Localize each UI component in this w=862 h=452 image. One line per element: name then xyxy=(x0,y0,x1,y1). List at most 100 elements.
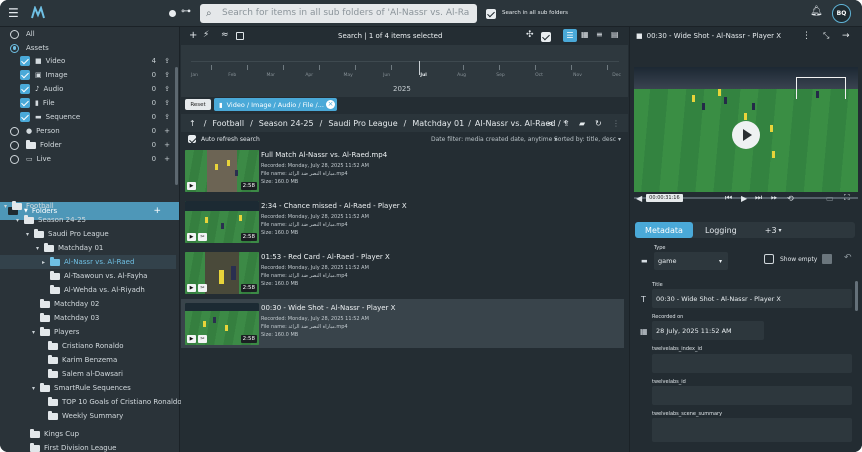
tree-item[interactable]: ▾ Season 24-25 xyxy=(16,213,86,227)
thumbnail[interactable]: ▶ 2:58 xyxy=(185,150,259,192)
item-title[interactable]: Full Match Al-Nassr vs. Al-Raed.mp4 xyxy=(261,151,387,159)
auto-refresh-checkbox[interactable] xyxy=(188,135,196,143)
notification-bell-icon[interactable]: 🔔︎ xyxy=(810,6,823,17)
tree-item[interactable]: Matchday 03 xyxy=(40,311,99,325)
item-title[interactable]: 00:30 - Wide Shot - Al-Nassr - Player X xyxy=(261,304,395,312)
tree-item[interactable]: Salem al-Dawsari xyxy=(48,367,123,381)
filter-live[interactable]: ▭ Live 0 + xyxy=(0,152,178,166)
compact-view-icon[interactable]: ≡ xyxy=(596,30,603,39)
person-radio[interactable] xyxy=(10,126,19,136)
add-icon[interactable]: + xyxy=(164,155,170,163)
tree-item-selected[interactable]: ▸ Al-Nassr vs. Al-Raed xyxy=(42,255,134,269)
search-input[interactable]: ⌕ Search for items in all sub folders of… xyxy=(200,4,477,23)
add-icon[interactable]: + xyxy=(164,127,170,135)
audio-checkbox[interactable] xyxy=(20,84,30,94)
tree-item[interactable]: ▾ Matchday 01 xyxy=(36,241,103,255)
upload-icon[interactable]: ⇪ xyxy=(164,85,170,93)
upload-icon[interactable]: ⇪ xyxy=(164,99,170,107)
share-icon[interactable]: ⋖ xyxy=(547,119,554,128)
tree-item[interactable]: Al-Taawoun vs. Al-Fayha xyxy=(50,269,147,283)
tab-logging[interactable]: Logging xyxy=(705,226,737,235)
twelvelabs-index-id-input[interactable] xyxy=(652,354,852,373)
more-vertical-icon[interactable]: ⋮ xyxy=(612,119,620,128)
tree-item[interactable]: Al-Wehda vs. Al-Riyadh xyxy=(50,283,145,297)
lightning-icon[interactable]: ⚡︎ xyxy=(203,30,209,40)
tree-item[interactable]: Karim Benzema xyxy=(48,353,117,367)
thumbnail[interactable]: ▶ ✂ 2:58 xyxy=(185,303,259,345)
tree-item[interactable]: ▾ Saudi Pro League xyxy=(26,227,109,241)
subtitles-icon[interactable]: ▭ xyxy=(826,194,834,203)
asset-type-audio[interactable]: ♪ Audio 0 ⇪ xyxy=(0,82,178,96)
crosshair-icon[interactable]: ✣ xyxy=(526,30,534,40)
filter-chip[interactable]: ▮ Video / Image / Audio / File /... × xyxy=(214,98,337,111)
film-view-icon[interactable]: ▤ xyxy=(611,30,619,39)
filter-assets[interactable]: Assets xyxy=(0,41,178,55)
arrow-up-icon[interactable]: ↑ xyxy=(189,119,196,128)
all-radio[interactable] xyxy=(10,29,19,39)
add-folder-icon[interactable]: + xyxy=(153,206,161,216)
more-vertical-icon[interactable]: ⋮ xyxy=(802,31,811,41)
step-forward-icon[interactable]: ⏭︎ xyxy=(755,193,762,203)
folder-radio[interactable] xyxy=(10,140,19,150)
sort-dropdown[interactable]: Sorted by: title, desc ▾ xyxy=(554,136,621,143)
breadcrumb-item[interactable]: Football xyxy=(212,119,244,128)
twelvelabs-id-input[interactable] xyxy=(652,386,852,405)
date-filter-dropdown[interactable]: Date filter: media created date, anytime… xyxy=(431,136,557,143)
arrow-right-icon[interactable]: → xyxy=(842,31,850,41)
add-icon[interactable]: + xyxy=(189,30,197,41)
breadcrumb-item[interactable]: Matchday 01 xyxy=(412,119,464,128)
hamburger-menu-icon[interactable]: ☰ xyxy=(8,6,19,20)
volume-icon[interactable]: ◀ xyxy=(636,194,642,203)
asset-type-sequence[interactable]: ▬ Sequence 0 ⇪ xyxy=(0,110,178,124)
undo-icon[interactable]: ↶ xyxy=(844,253,852,263)
recorded-input[interactable]: 28 July, 2025 11:52 AM xyxy=(652,321,764,340)
thumbnail[interactable]: ▶ ✂ 2:58 xyxy=(185,252,259,294)
skip-back-icon[interactable]: ⏮︎ xyxy=(725,193,732,203)
assets-radio[interactable] xyxy=(10,43,19,53)
tree-item[interactable]: Kings Cup xyxy=(30,427,79,441)
fast-forward-icon[interactable]: ⏩︎ xyxy=(771,193,777,203)
refresh-icon[interactable]: ↻ xyxy=(595,119,602,128)
filter-folder[interactable]: Folder 0 + xyxy=(0,138,178,152)
tree-item[interactable]: ▾ Football xyxy=(4,199,54,213)
play-icon[interactable]: ▶ xyxy=(741,194,747,203)
tree-item[interactable]: Cristiano Ronaldo xyxy=(48,339,124,353)
result-item[interactable]: ▶ ✂ 2:58 2:34 - Chance missed - Al-Raed -… xyxy=(181,197,624,246)
new-folder-icon[interactable]: ▰ xyxy=(579,119,585,128)
item-title[interactable]: 2:34 - Chance missed - Al-Raed - Player … xyxy=(261,202,407,210)
upload-icon[interactable]: ⇪ xyxy=(164,113,170,121)
collapse-icon[interactable]: ⤡ xyxy=(823,31,829,41)
upload-icon[interactable]: ⇪ xyxy=(164,57,170,65)
tree-item[interactable]: Weekly Summary xyxy=(48,409,123,423)
thumbnail[interactable]: ▶ ✂ 2:58 xyxy=(185,201,259,243)
title-input[interactable]: 00:30 - Wide Shot - Al-Nassr - Player X xyxy=(652,289,852,308)
type-select[interactable]: game ▾ xyxy=(654,252,728,270)
file-checkbox[interactable] xyxy=(20,98,30,108)
filter-all[interactable]: All xyxy=(0,27,178,41)
detail-scrollbar[interactable] xyxy=(855,281,858,311)
upload-icon[interactable]: ⇪ xyxy=(164,71,170,79)
video-player[interactable] xyxy=(634,67,858,192)
tab-metadata[interactable]: Metadata xyxy=(635,222,693,238)
user-avatar[interactable]: BQ xyxy=(832,4,851,23)
live-radio[interactable] xyxy=(10,154,19,164)
loop-icon[interactable]: ⟲ xyxy=(787,194,794,203)
grid-view-icon[interactable]: ▦ xyxy=(581,30,589,39)
tree-item[interactable]: TOP 10 Goals of Cristiano Ronaldo xyxy=(48,395,182,409)
app-logo[interactable] xyxy=(30,5,46,20)
tree-item[interactable]: Matchday 02 xyxy=(40,297,99,311)
reset-button[interactable]: Reset xyxy=(185,99,211,110)
image-checkbox[interactable] xyxy=(20,70,30,80)
close-icon[interactable]: × xyxy=(326,100,335,109)
tab-more[interactable]: +3 xyxy=(765,226,777,235)
item-title[interactable]: 01:53 - Red Card - Al-Raed - Player X xyxy=(261,253,390,261)
result-item[interactable]: ▶ ✂ 2:58 01:53 - Red Card - Al-Raed - Pla… xyxy=(181,248,624,297)
upload-icon[interactable]: ⇪ xyxy=(563,119,570,128)
result-item[interactable]: ▶ 2:58 Full Match Al-Nassr vs. Al-Raed.m… xyxy=(181,146,624,195)
twelvelabs-scene-summary-input[interactable] xyxy=(652,418,852,442)
tree-item[interactable]: First Division League xyxy=(30,441,116,452)
search-all-checkbox[interactable] xyxy=(486,9,496,19)
select-all-checkbox[interactable] xyxy=(541,32,551,42)
fullscreen-icon[interactable]: ⛶ xyxy=(844,193,850,203)
link-icon[interactable]: ⊶ xyxy=(181,6,191,17)
